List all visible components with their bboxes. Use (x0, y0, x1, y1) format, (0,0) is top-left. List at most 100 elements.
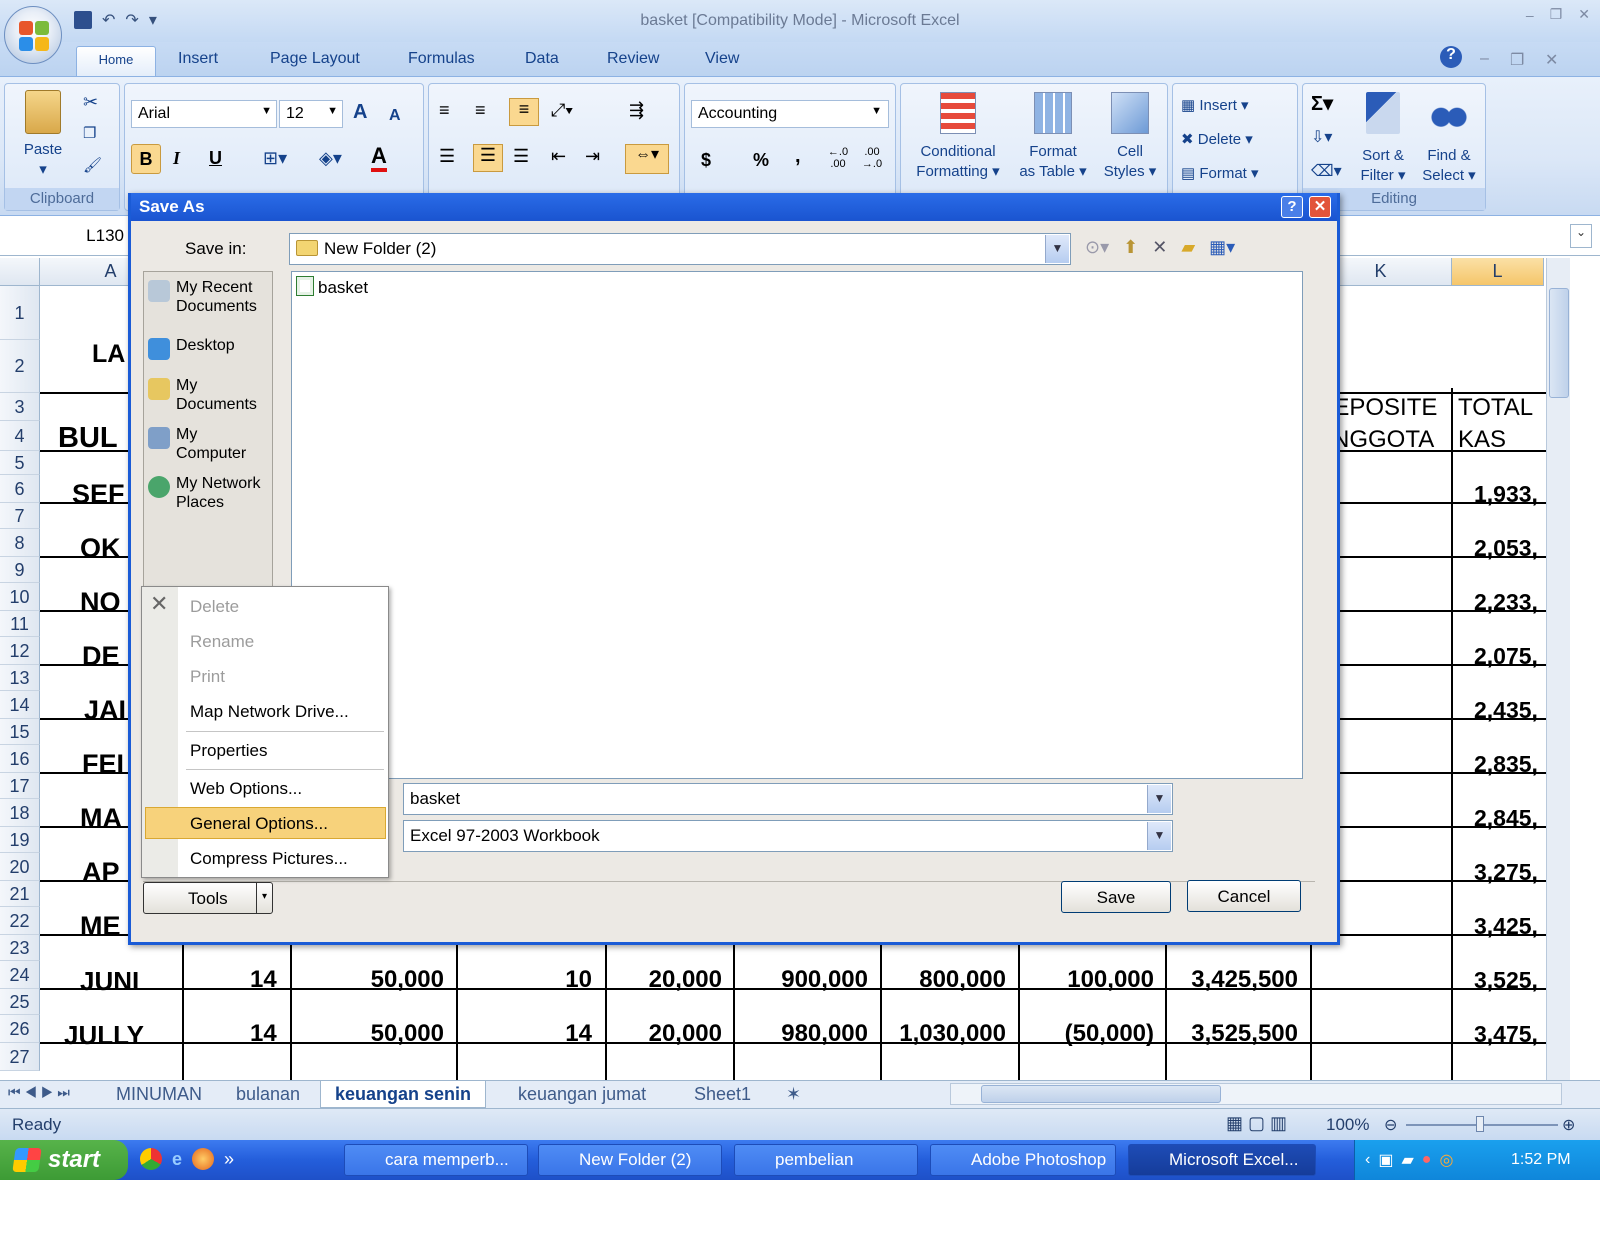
wrap-text-icon[interactable]: ⇶ (629, 100, 644, 120)
row-header[interactable]: 26 (0, 1015, 40, 1043)
taskbar-btn-new-folder[interactable]: New Folder (2) (538, 1144, 722, 1176)
format-painter-icon[interactable]: 🖌 (83, 156, 102, 176)
row-header[interactable]: 16 (0, 745, 40, 773)
row-header[interactable]: 5 (0, 451, 40, 475)
zoom-out-icon[interactable]: ⊖ (1384, 1115, 1397, 1135)
tab-view[interactable]: View (705, 50, 739, 68)
dialog-close-button[interactable]: ✕ (1309, 196, 1331, 218)
fill-color-icon[interactable]: ◈▾ (319, 148, 342, 168)
borders-icon[interactable]: ⊞▾ (263, 148, 287, 168)
start-button[interactable]: start (0, 1140, 128, 1180)
menu-item-general-options[interactable]: General Options... (190, 814, 328, 834)
merge-center-icon[interactable]: ⇔▾ (625, 144, 669, 174)
tools-dropdown-arrow[interactable]: ▾ (256, 883, 272, 913)
save-as-type-select[interactable]: Excel 97-2003 Workbook ▼ (403, 820, 1173, 852)
row-header[interactable]: 8 (0, 529, 40, 557)
cancel-button[interactable]: Cancel (1187, 880, 1301, 912)
increase-decimal-button[interactable]: ←.0 .00 (823, 146, 853, 170)
cut-icon[interactable]: ✂ (83, 92, 98, 112)
up-folder-icon[interactable]: ⬆ (1123, 237, 1138, 258)
workbook-close-button[interactable]: ✕ (1545, 50, 1558, 70)
file-list[interactable]: basket (291, 271, 1303, 779)
tab-page-layout[interactable]: Page Layout (270, 50, 360, 68)
workbook-minimize-button[interactable]: – (1480, 50, 1489, 68)
tab-insert[interactable]: Insert (178, 50, 218, 68)
dialog-help-button[interactable]: ? (1281, 196, 1303, 218)
save-in-combo[interactable]: New Folder (2) ▼ (289, 233, 1071, 265)
place-my-computer[interactable]: My Computer (148, 425, 272, 463)
row-header[interactable]: 4 (0, 421, 40, 451)
horizontal-scrollbar[interactable] (950, 1083, 1562, 1105)
row-header[interactable]: 15 (0, 719, 40, 745)
chevron-down-icon[interactable]: ▼ (1147, 785, 1171, 813)
row-header[interactable]: 11 (0, 611, 40, 637)
autosum-button[interactable]: Σ▾ (1311, 94, 1333, 114)
font-size-box[interactable]: 12 ▼ (279, 100, 343, 128)
row-header[interactable]: 6 (0, 475, 40, 503)
place-desktop[interactable]: Desktop (148, 336, 272, 360)
shrink-font-button[interactable]: A (389, 106, 401, 126)
place-my-recent-documents[interactable]: My Recent Documents (148, 278, 272, 316)
format-cells-button[interactable]: ▤ Format ▾ (1181, 164, 1259, 184)
conditional-formatting-button[interactable]: Conditional Formatting ▾ (907, 92, 1009, 182)
help-icon[interactable]: ? (1440, 46, 1462, 68)
new-folder-icon[interactable]: ▰ (1181, 237, 1195, 258)
row-header[interactable]: 20 (0, 853, 40, 881)
sheet-tab-keuangan-jumat[interactable]: keuangan jumat (518, 1084, 646, 1105)
restore-button[interactable]: ❐ (1550, 6, 1563, 23)
sheet-tab-bulanan[interactable]: bulanan (236, 1084, 300, 1105)
tab-formulas[interactable]: Formulas (408, 50, 475, 68)
menu-item-rename[interactable]: Rename (190, 632, 254, 652)
fill-icon[interactable]: ⇩▾ (1311, 128, 1332, 148)
tray-folder-icon[interactable]: ▰ (1401, 1150, 1413, 1170)
menu-item-print[interactable]: Print (190, 667, 225, 687)
vertical-scroll-thumb[interactable] (1549, 288, 1569, 398)
chevron-down-icon[interactable]: ▼ (1045, 235, 1069, 263)
taskbar-btn-firefox[interactable]: cara memperb... (344, 1144, 528, 1176)
delete-icon[interactable]: ✕ (1152, 237, 1167, 258)
font-color-button[interactable]: A (371, 144, 387, 172)
increase-indent-icon[interactable]: ⇥ (585, 146, 600, 166)
ie-icon[interactable]: e (172, 1149, 182, 1170)
paste-button[interactable]: Paste ▾ (13, 90, 73, 180)
taskbar-btn-photoshop[interactable]: Adobe Photoshop (930, 1144, 1116, 1176)
row-header[interactable]: 23 (0, 935, 40, 961)
percent-button[interactable]: % (753, 150, 769, 170)
row-header[interactable]: 19 (0, 827, 40, 853)
number-format-box[interactable]: Accounting ▼ (691, 100, 889, 128)
row-header[interactable]: 7 (0, 503, 40, 529)
taskbar-btn-pembelian[interactable]: pembelian (734, 1144, 918, 1176)
align-left-icon[interactable]: ☰ (439, 146, 455, 166)
tab-data[interactable]: Data (525, 50, 559, 68)
row-header[interactable]: 12 (0, 637, 40, 665)
place-my-documents[interactable]: My Documents (148, 376, 272, 414)
italic-button[interactable]: I (173, 148, 180, 168)
minimize-button[interactable]: – (1526, 7, 1534, 23)
horizontal-scroll-thumb[interactable] (981, 1085, 1221, 1103)
customize-qat-icon[interactable]: ▾ (149, 10, 157, 30)
row-header[interactable]: 3 (0, 393, 40, 421)
comma-button[interactable]: , (795, 146, 801, 166)
orientation-icon[interactable]: ⤢▾ (551, 100, 573, 120)
format-as-table-button[interactable]: Format as Table ▾ (1011, 92, 1095, 182)
more-icon[interactable]: » (224, 1149, 234, 1170)
tray-network-icon[interactable]: ▣ (1378, 1150, 1393, 1170)
zoom-slider[interactable]: ⊖ ⊕ (1384, 1115, 1584, 1135)
decrease-decimal-button[interactable]: .00 →.0 (857, 146, 887, 170)
bold-button[interactable]: B (131, 144, 161, 174)
zoom-thumb[interactable] (1476, 1116, 1484, 1132)
zoom-level[interactable]: 100% (1326, 1115, 1369, 1135)
row-header[interactable]: 21 (0, 881, 40, 907)
row-header[interactable]: 22 (0, 907, 40, 935)
taskbar-btn-excel[interactable]: Microsoft Excel... (1128, 1144, 1316, 1176)
row-header[interactable]: 10 (0, 583, 40, 611)
name-box[interactable]: L130 (2, 222, 130, 250)
align-middle-icon[interactable]: ≡ (475, 100, 486, 120)
sort-filter-button[interactable]: Sort & Filter ▾ (1353, 92, 1413, 186)
place-my-network-places[interactable]: My Network Places (148, 474, 272, 512)
tab-review[interactable]: Review (607, 50, 659, 68)
save-button[interactable]: Save (1061, 881, 1171, 913)
sheet-tab-keuangan-senin[interactable]: keuangan senin (320, 1081, 487, 1108)
sheet-tab-minuman[interactable]: MINUMAN (116, 1084, 202, 1105)
sheet-tab-sheet1[interactable]: Sheet1 (694, 1084, 751, 1105)
